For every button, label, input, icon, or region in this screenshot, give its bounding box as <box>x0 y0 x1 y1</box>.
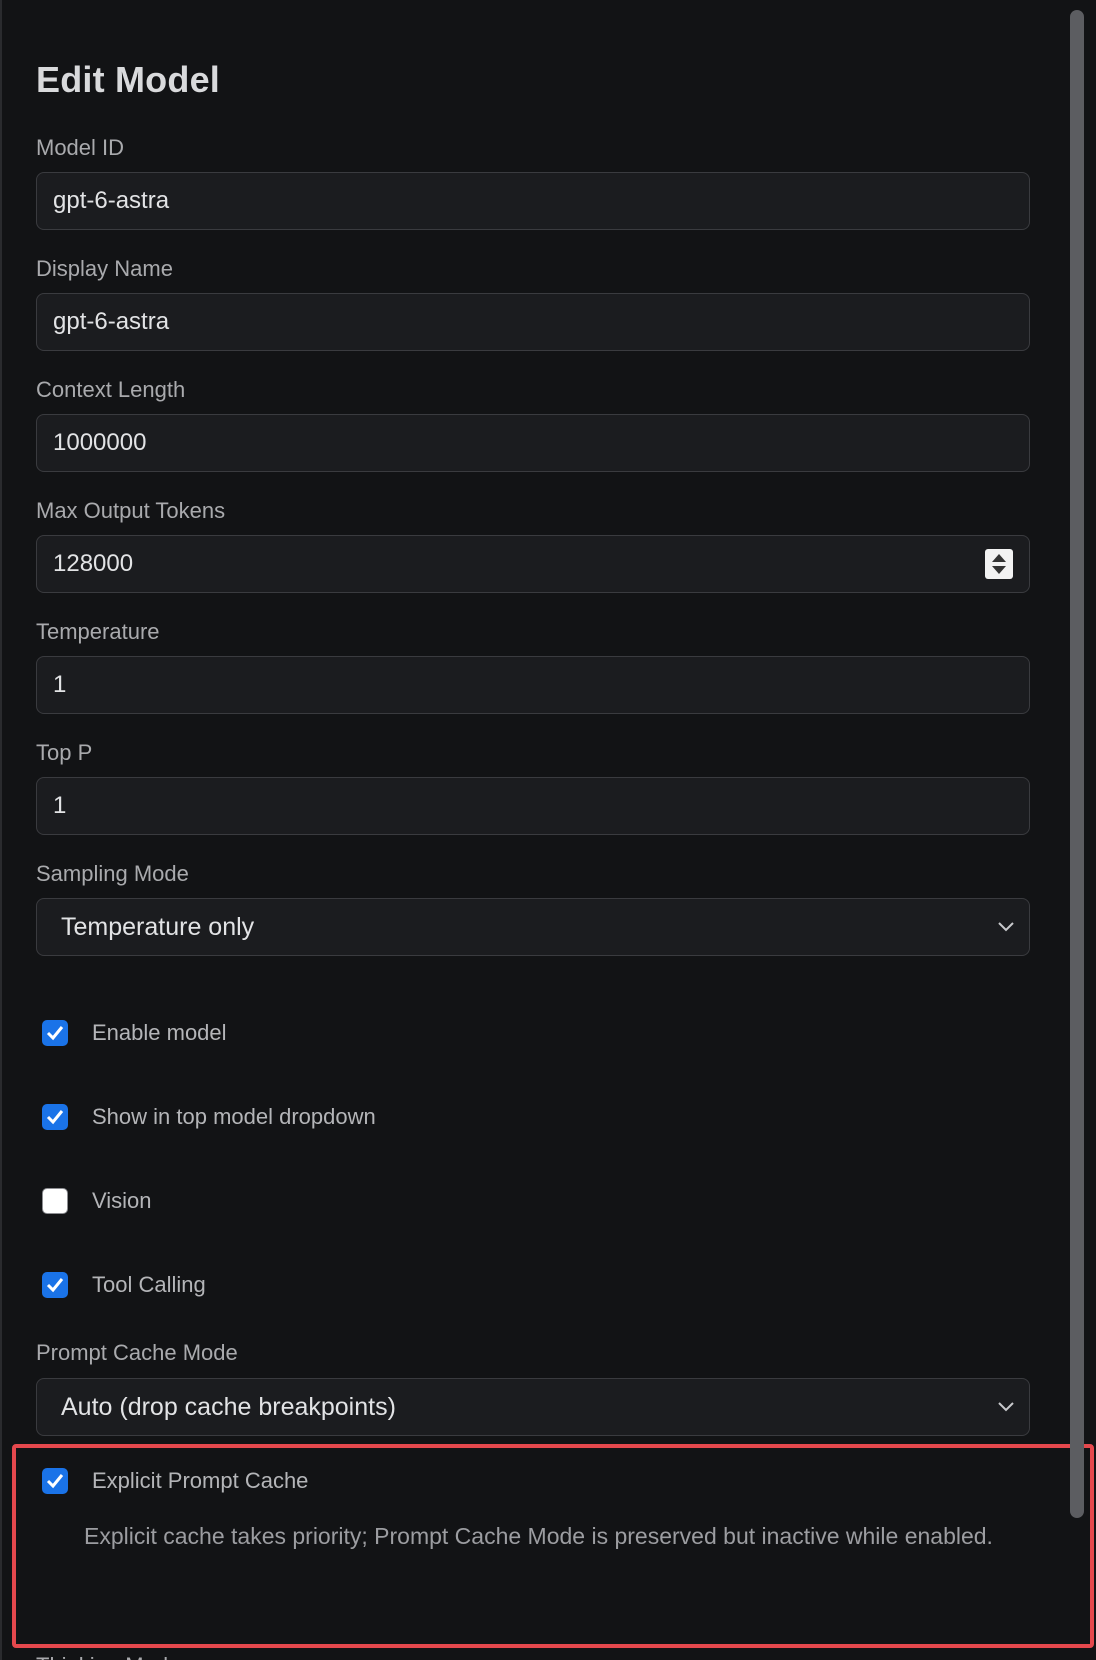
show-in-dropdown-checkbox[interactable] <box>42 1104 68 1130</box>
prompt-cache-mode-value: Auto (drop cache breakpoints) <box>61 1393 396 1421</box>
explicit-prompt-cache-hint: Explicit cache takes priority; Prompt Ca… <box>84 1523 993 1549</box>
thinking-mode-label: Thinking Mode <box>36 1652 180 1660</box>
checkmark-icon <box>46 1026 64 1041</box>
context-length-value: 1000000 <box>53 429 147 456</box>
scrollbar-thumb[interactable] <box>1070 10 1084 1518</box>
display-name-input[interactable]: gpt-6-astra <box>36 293 1030 351</box>
tool-calling-label: Tool Calling <box>92 1272 206 1297</box>
max-output-tokens-value: 128000 <box>53 550 134 577</box>
sampling-mode-value: Temperature only <box>61 913 255 941</box>
max-output-tokens-label: Max Output Tokens <box>36 498 226 523</box>
top-p-label: Top P <box>36 740 93 765</box>
temperature-value: 1 <box>53 671 67 698</box>
prompt-cache-mode-select[interactable]: Auto (drop cache breakpoints) <box>36 1378 1030 1436</box>
vision-label: Vision <box>92 1188 152 1213</box>
prompt-cache-mode-label: Prompt Cache Mode <box>36 1340 238 1365</box>
sampling-mode-label: Sampling Mode <box>36 861 189 886</box>
model-id-value: gpt-6-astra <box>53 187 170 214</box>
top-p-input[interactable]: 1 <box>36 777 1030 835</box>
top-p-value: 1 <box>53 792 67 819</box>
checkmark-icon <box>46 1110 64 1125</box>
model-id-input[interactable]: gpt-6-astra <box>36 172 1030 230</box>
context-length-input[interactable]: 1000000 <box>36 414 1030 472</box>
vision-checkbox[interactable] <box>42 1188 68 1214</box>
stepper-up-icon[interactable] <box>992 554 1006 562</box>
chevron-down-icon <box>998 922 1014 932</box>
explicit-prompt-cache-label: Explicit Prompt Cache <box>92 1468 309 1493</box>
edit-model-panel: Edit Model Model ID gpt-6-astra Display … <box>0 0 1096 1660</box>
number-stepper[interactable] <box>985 549 1013 579</box>
checkmark-icon <box>46 1278 64 1293</box>
sampling-mode-select[interactable]: Temperature only <box>36 898 1030 956</box>
enable-model-label: Enable model <box>92 1020 227 1045</box>
show-in-dropdown-label: Show in top model dropdown <box>92 1104 376 1129</box>
tool-calling-checkbox[interactable] <box>42 1272 68 1298</box>
enable-model-checkbox[interactable] <box>42 1020 68 1046</box>
chevron-down-icon <box>998 1402 1014 1412</box>
explicit-prompt-cache-checkbox[interactable] <box>42 1468 68 1494</box>
display-name-value: gpt-6-astra <box>53 308 170 335</box>
model-id-label: Model ID <box>36 135 125 160</box>
temperature-input[interactable]: 1 <box>36 656 1030 714</box>
temperature-label: Temperature <box>36 619 160 644</box>
stepper-down-icon[interactable] <box>992 566 1006 574</box>
display-name-label: Display Name <box>36 256 173 281</box>
page-title: Edit Model <box>36 59 220 100</box>
context-length-label: Context Length <box>36 377 186 402</box>
max-output-tokens-input[interactable]: 128000 <box>36 535 1030 593</box>
checkmark-icon <box>46 1474 64 1489</box>
